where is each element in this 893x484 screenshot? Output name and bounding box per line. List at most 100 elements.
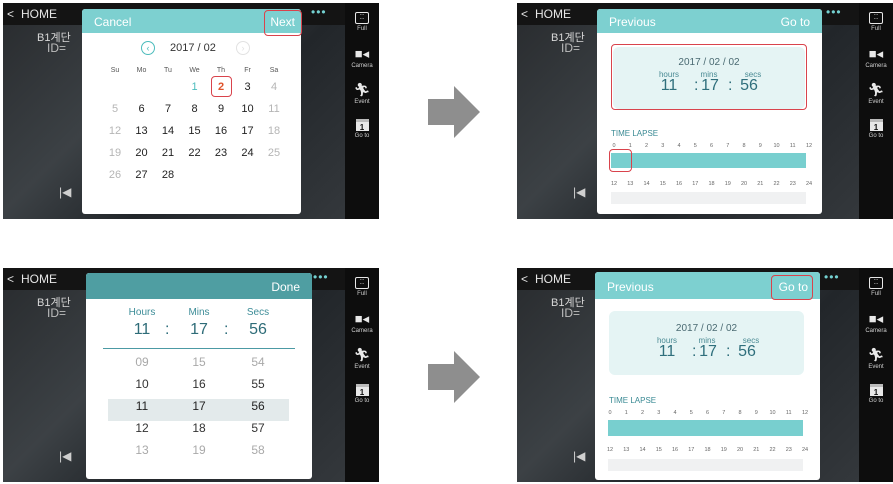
time-dialog: Previous Go to 2017 / 02 / 02 hours mins… <box>597 9 822 214</box>
day-cell[interactable]: 3 <box>235 81 261 93</box>
wheel-value[interactable]: 12 <box>117 421 167 435</box>
wheel-value[interactable]: 19 <box>174 443 224 457</box>
wheel-value[interactable]: 55 <box>233 377 283 391</box>
weekday-label: Th <box>216 67 226 74</box>
skip-back-icon[interactable]: |◀ <box>59 185 71 199</box>
menu-event[interactable]: 🏃︎ Event <box>345 83 379 106</box>
calendar-grid: Su Mo Tu We Th Fr Sa 1 2 3 4 5 6 7 8 9 10 11 12 13 14 15 16 17 1… <box>102 67 287 207</box>
day-cell[interactable]: 25 <box>261 147 287 159</box>
day-cell[interactable]: 7 <box>155 103 181 115</box>
wheel-value[interactable]: 54 <box>233 355 283 369</box>
menu-full[interactable]: ⁚⁚ Full <box>345 12 379 32</box>
home-link[interactable]: HOME <box>535 7 571 21</box>
skip-back-icon[interactable]: |◀ <box>573 185 585 199</box>
day-cell[interactable]: 13 <box>129 125 155 137</box>
wheel-value[interactable]: 16 <box>174 377 224 391</box>
day-cell[interactable]: 10 <box>235 103 261 115</box>
day-cell[interactable]: 8 <box>182 103 208 115</box>
day-cell[interactable]: 12 <box>102 125 128 137</box>
datetime-box[interactable]: 2017 / 02 / 02 hours mins secs 11 : 17 :… <box>609 311 804 375</box>
back-icon[interactable]: < <box>521 272 528 286</box>
day-cell[interactable]: 18 <box>261 125 287 137</box>
wheel-value[interactable]: 18 <box>174 421 224 435</box>
goto-button[interactable]: Go to <box>781 15 810 29</box>
day-cell[interactable]: 14 <box>155 125 181 137</box>
more-menu-icon[interactable]: ••• <box>826 5 842 19</box>
menu-goto[interactable]: 1 Go to <box>859 384 893 404</box>
day-cell[interactable]: 21 <box>155 147 181 159</box>
done-button[interactable]: Done <box>271 280 300 294</box>
menu-goto[interactable]: 1 Go to <box>859 119 893 139</box>
day-cell[interactable]: 17 <box>235 125 261 137</box>
menu-goto[interactable]: 1 Go to <box>345 384 379 404</box>
selected-wheel-value[interactable]: 17 <box>174 399 224 413</box>
day-cell[interactable]: 15 <box>182 125 208 137</box>
timelapse-bar-am[interactable] <box>608 420 803 436</box>
menu-camera[interactable]: ■◂ Camera <box>859 312 893 335</box>
wheel-value[interactable]: 57 <box>233 421 283 435</box>
wheel-value[interactable]: 58 <box>233 443 283 457</box>
day-cell[interactable]: 22 <box>182 147 208 159</box>
day-cell[interactable]: 23 <box>208 147 234 159</box>
menu-event[interactable]: 🏃︎ Event <box>859 348 893 371</box>
menu-full[interactable]: ⁚⁚ Full <box>859 12 893 32</box>
day-cell[interactable]: 16 <box>208 125 234 137</box>
wheel-value[interactable]: 15 <box>174 355 224 369</box>
menu-full[interactable]: ⁚⁚ Full <box>859 277 893 297</box>
day-cell[interactable]: 27 <box>129 169 155 181</box>
day-cell[interactable]: 4 <box>261 81 287 93</box>
back-icon[interactable]: < <box>521 7 528 21</box>
wheel-value[interactable]: 13 <box>117 443 167 457</box>
timelapse-tick: 13 <box>627 181 634 187</box>
timelapse-tick: 6 <box>709 143 714 149</box>
home-link[interactable]: HOME <box>21 272 57 286</box>
date-picker-dialog: Cancel Next ‹ 2017 / 02 › Su Mo Tu We Th Fr Sa… <box>82 9 301 214</box>
skip-back-icon[interactable]: |◀ <box>573 449 585 463</box>
menu-camera[interactable]: ■◂ Camera <box>859 47 893 70</box>
day-cell[interactable]: 20 <box>129 147 155 159</box>
next-month-icon[interactable]: › <box>236 41 250 55</box>
prev-month-icon[interactable]: ‹ <box>141 41 155 55</box>
timelapse-bar-pm[interactable] <box>611 192 806 204</box>
back-icon[interactable]: < <box>7 272 14 286</box>
home-link[interactable]: HOME <box>21 7 57 21</box>
hours-label: Hours <box>128 307 156 318</box>
menu-camera[interactable]: ■◂ Camera <box>345 311 379 335</box>
menu-full[interactable]: ⁚⁚ Full <box>345 277 379 297</box>
cancel-button[interactable]: Cancel <box>94 15 131 29</box>
more-menu-icon[interactable]: ••• <box>824 270 840 284</box>
menu-camera[interactable]: ■◂ Camera <box>345 47 379 70</box>
day-cell[interactable]: 11 <box>261 103 287 115</box>
wheel-value[interactable]: 09 <box>117 355 167 369</box>
day-cell[interactable]: 24 <box>235 147 261 159</box>
day-cell[interactable]: 9 <box>208 103 234 115</box>
more-menu-icon[interactable]: ••• <box>311 5 327 19</box>
more-menu-icon[interactable]: ••• <box>313 270 329 284</box>
day-cell[interactable]: 5 <box>102 103 128 115</box>
timelapse-tick: 15 <box>659 181 666 187</box>
previous-button[interactable]: Previous <box>609 15 656 29</box>
fullscreen-icon: ⁚⁚ <box>355 12 369 24</box>
home-link[interactable]: HOME <box>535 272 571 286</box>
menu-event[interactable]: 🏃︎ Event <box>859 83 893 106</box>
selected-wheel-value[interactable]: 56 <box>233 399 283 413</box>
fullscreen-icon: ⁚⁚ <box>355 277 369 289</box>
back-icon[interactable]: < <box>7 7 14 21</box>
skip-back-icon[interactable]: |◀ <box>59 449 71 463</box>
selected-wheel-value[interactable]: 11 <box>117 399 167 413</box>
time-wheel[interactable]: 09 15 54 10 16 55 11 17 56 12 18 57 13 19 58 <box>86 355 312 475</box>
calendar-icon: 1 <box>355 119 369 132</box>
timelapse-bar-pm[interactable] <box>608 459 803 471</box>
day-cell[interactable]: 1 <box>182 81 208 93</box>
day-cell[interactable]: 26 <box>102 169 128 181</box>
previous-button[interactable]: Previous <box>607 280 654 294</box>
day-cell[interactable]: 6 <box>129 103 155 115</box>
timelapse-bar-am[interactable] <box>611 153 806 168</box>
menu-event[interactable]: 🏃︎ Event <box>345 348 379 371</box>
day-cell[interactable]: 19 <box>102 147 128 159</box>
day-cell[interactable]: 28 <box>155 169 181 181</box>
wheel-value[interactable]: 10 <box>117 377 167 391</box>
camera-icon: ■◂ <box>354 311 370 326</box>
timelapse-tick: 0 <box>608 410 612 416</box>
menu-goto[interactable]: 1 Go to <box>345 119 379 139</box>
